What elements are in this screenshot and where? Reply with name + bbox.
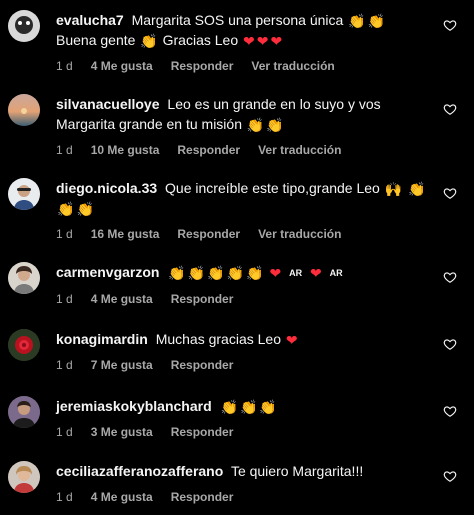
heart-outline-icon[interactable] — [443, 404, 457, 418]
clap-emoji — [168, 266, 185, 280]
clap-emoji — [227, 266, 244, 280]
avatar[interactable] — [8, 178, 40, 210]
clap-emoji — [247, 118, 264, 132]
clap-emoji — [259, 400, 276, 414]
likes-count[interactable]: 4 Me gusta — [91, 58, 153, 74]
comment-time[interactable]: 1 d — [56, 357, 73, 373]
avatar[interactable] — [8, 94, 40, 126]
clap-emoji — [140, 34, 157, 48]
comment-time[interactable]: 1 d — [56, 291, 73, 307]
comment-time[interactable]: 1 d — [56, 489, 73, 505]
comment-username[interactable]: carmenvgarzon — [56, 264, 159, 280]
likes-count[interactable]: 16 Me gusta — [91, 226, 160, 242]
heart-outline-icon[interactable] — [443, 102, 457, 116]
heart-outline-icon[interactable] — [443, 469, 457, 483]
comment-meta: 1 d 16 Me gusta Responder Ver traducción — [56, 226, 428, 242]
comment-username[interactable]: diego.nicola.33 — [56, 180, 157, 196]
comment-username[interactable]: ceciliazafferanozafferano — [56, 463, 223, 479]
flag-label: AR — [329, 268, 343, 278]
comment-time[interactable]: 1 d — [56, 424, 73, 440]
red-heart-emoji — [257, 34, 269, 48]
clap-emoji — [408, 182, 425, 196]
avatar[interactable] — [8, 329, 40, 361]
likes-count[interactable]: 3 Me gusta — [91, 424, 153, 440]
likes-count[interactable]: 4 Me gusta — [91, 489, 153, 505]
reply-button[interactable]: Responder — [171, 58, 234, 74]
comment-username[interactable]: jeremiaskokyblanchard — [56, 398, 212, 414]
comment-text: silvanacuelloye Leo es un grande en lo s… — [56, 94, 428, 134]
comment-username[interactable]: silvanacuelloye — [56, 96, 160, 112]
clap-emoji — [76, 202, 93, 216]
comment-text: carmenvgarzon AR AR — [56, 262, 428, 283]
reply-button[interactable]: Responder — [171, 489, 234, 505]
clap-emoji — [368, 14, 385, 28]
likes-count[interactable]: 10 Me gusta — [91, 142, 160, 158]
reply-button[interactable]: Responder — [177, 142, 240, 158]
clap-emoji — [207, 266, 224, 280]
comment-meta: 1 d 4 Me gusta Responder — [56, 489, 428, 505]
clap-emoji — [246, 266, 263, 280]
red-heart-emoji — [310, 266, 322, 280]
comment-meta: 1 d 10 Me gusta Responder Ver traducción — [56, 142, 428, 158]
flag-label: AR — [289, 268, 303, 278]
heart-outline-icon[interactable] — [443, 18, 457, 32]
likes-count[interactable]: 4 Me gusta — [91, 291, 153, 307]
reply-button[interactable]: Responder — [177, 226, 240, 242]
comment-meta: 1 d 4 Me gusta Responder — [56, 291, 428, 307]
heart-outline-icon[interactable] — [443, 270, 457, 284]
translate-button[interactable]: Ver traducción — [258, 142, 341, 158]
clap-emoji — [221, 400, 238, 414]
comment-time[interactable]: 1 d — [56, 58, 73, 74]
clap-emoji — [57, 202, 74, 216]
red-heart-emoji — [270, 34, 282, 48]
avatar[interactable] — [8, 461, 40, 493]
heart-outline-icon[interactable] — [443, 337, 457, 351]
comment-meta: 1 d 7 Me gusta Responder — [56, 357, 428, 373]
raising-hands-emoji — [385, 182, 402, 196]
clap-emoji — [188, 266, 205, 280]
heart-outline-icon[interactable] — [443, 186, 457, 200]
avatar[interactable] — [8, 262, 40, 294]
comment-text: jeremiaskokyblanchard — [56, 396, 428, 416]
avatar[interactable] — [8, 10, 40, 42]
comment-text: ceciliazafferanozafferano Te quiero Marg… — [56, 463, 364, 479]
comment-meta: 1 d 4 Me gusta Responder Ver traducción — [56, 58, 428, 74]
comment-time[interactable]: 1 d — [56, 142, 73, 158]
comment-text: evalucha7 Margarita SOS una persona únic… — [56, 10, 428, 50]
reply-button[interactable]: Responder — [171, 357, 234, 373]
translate-button[interactable]: Ver traducción — [258, 226, 341, 242]
clap-emoji — [348, 14, 365, 28]
red-heart-emoji — [286, 333, 298, 347]
comment-username[interactable]: evalucha7 — [56, 12, 124, 28]
comment-text: konagimardin Muchas gracias Leo — [56, 329, 428, 349]
likes-count[interactable]: 7 Me gusta — [91, 357, 153, 373]
comment-meta: 1 d 3 Me gusta Responder — [56, 424, 428, 440]
red-heart-emoji — [243, 34, 255, 48]
comment-username[interactable]: konagimardin — [56, 331, 148, 347]
clap-emoji — [266, 118, 283, 132]
red-heart-emoji — [269, 266, 281, 280]
reply-button[interactable]: Responder — [171, 424, 234, 440]
comment-text: diego.nicola.33 Que increíble este tipo,… — [56, 178, 428, 218]
reply-button[interactable]: Responder — [171, 291, 234, 307]
avatar[interactable] — [8, 396, 40, 428]
clap-emoji — [240, 400, 257, 414]
translate-button[interactable]: Ver traducción — [251, 58, 334, 74]
comment-time[interactable]: 1 d — [56, 226, 73, 242]
